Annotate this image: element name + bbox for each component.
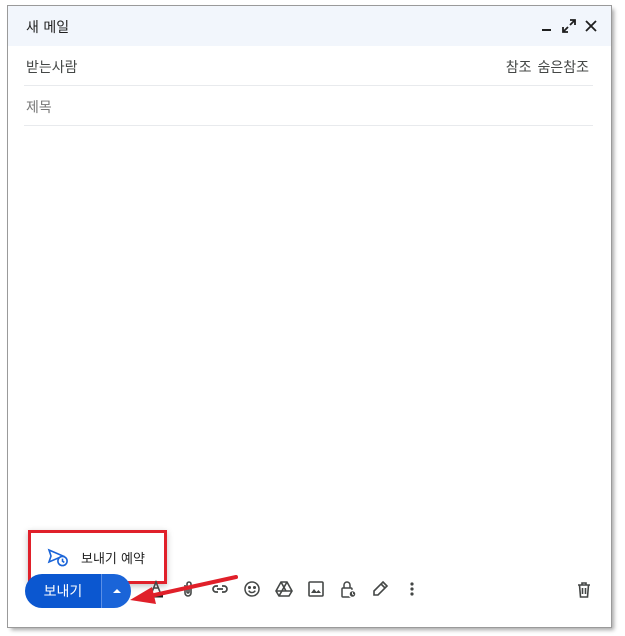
expand-icon[interactable] <box>561 18 577 34</box>
close-icon[interactable] <box>583 18 599 34</box>
compose-window: 새 메일 받는사람 참조 숨은참조 제목 보내기 예약 보내기 <box>8 6 611 627</box>
signature-icon[interactable] <box>370 579 390 599</box>
caret-down-icon <box>111 582 123 601</box>
attach-icon[interactable] <box>178 579 198 599</box>
trash-icon[interactable] <box>574 580 594 600</box>
subject-input[interactable]: 제목 <box>26 97 52 117</box>
recipients-row[interactable]: 받는사람 참조 숨은참조 <box>24 46 593 86</box>
minimize-icon[interactable] <box>539 18 555 34</box>
text-color-icon[interactable] <box>146 579 166 599</box>
subject-row[interactable]: 제목 <box>24 86 593 126</box>
send-button-label: 보내기 <box>43 584 83 600</box>
schedule-send-label: 보내기 예약 <box>81 552 145 567</box>
message-body[interactable] <box>24 130 593 520</box>
drive-icon[interactable] <box>274 579 294 599</box>
emoji-icon[interactable] <box>242 579 262 599</box>
cc-bcc-links: 참조 숨은참조 <box>506 57 589 77</box>
more-options-icon[interactable] <box>402 579 422 599</box>
cc-link[interactable]: 참조 <box>506 57 532 77</box>
bcc-link[interactable]: 숨은참조 <box>537 57 589 77</box>
compose-title: 새 메일 <box>26 20 70 36</box>
link-icon[interactable] <box>210 579 230 599</box>
send-options-button[interactable] <box>101 574 131 608</box>
send-button[interactable]: 보내기 <box>25 574 101 608</box>
window-controls <box>539 18 599 34</box>
compose-titlebar: 새 메일 <box>8 6 611 46</box>
schedule-send-icon <box>47 546 69 568</box>
to-label: 받는사람 <box>26 60 78 76</box>
image-icon[interactable] <box>306 579 326 599</box>
confidential-mode-icon[interactable] <box>338 579 358 599</box>
